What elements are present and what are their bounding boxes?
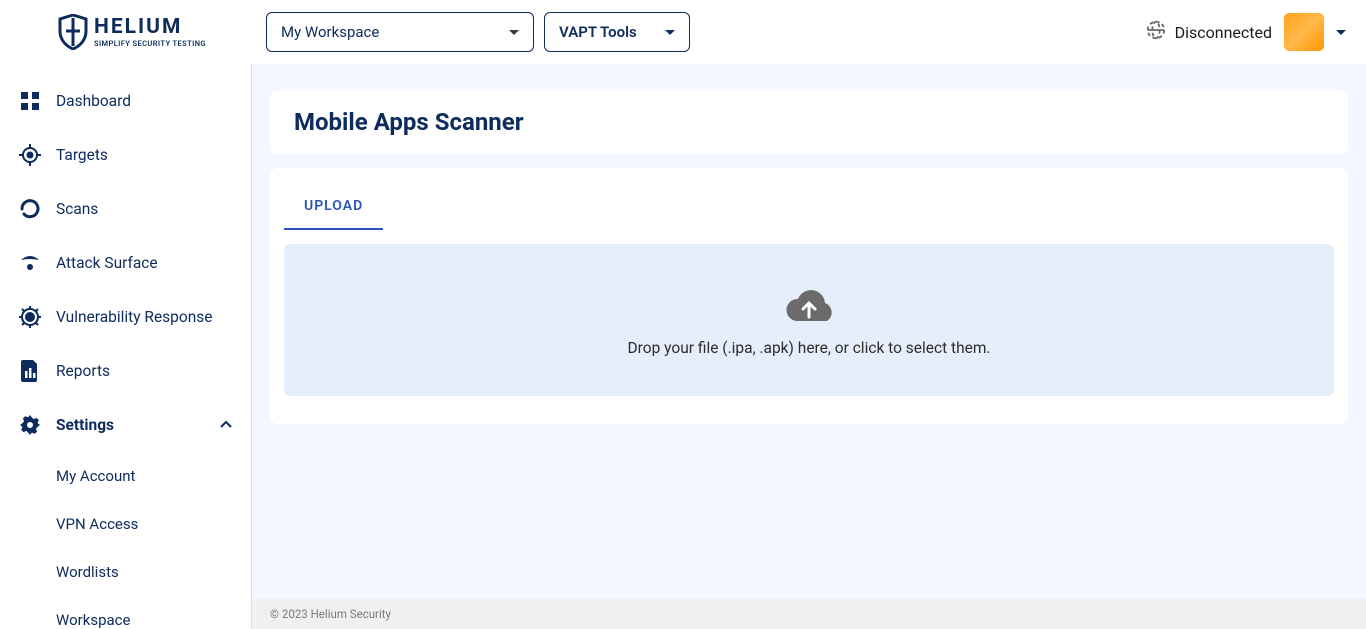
sidebar-sub-my-account[interactable]: My Account (0, 452, 251, 500)
sidebar-sub-label: Wordlists (56, 563, 119, 581)
upload-card: UPLOAD Drop your file (.ipa, .apk) here,… (270, 168, 1348, 424)
sidebar-item-label: Reports (56, 362, 110, 380)
attack-surface-icon (18, 254, 42, 272)
sidebar: Dashboard Targets Scans (0, 64, 252, 629)
sidebar-sub-vpn-access[interactable]: VPN Access (0, 500, 251, 548)
sidebar-item-label: Targets (56, 146, 108, 164)
bug-icon (18, 306, 42, 328)
sidebar-sub-label: VPN Access (56, 515, 138, 533)
tab-label: UPLOAD (304, 198, 363, 214)
chevron-up-icon (219, 418, 233, 432)
sidebar-sub-label: My Account (56, 467, 135, 485)
sidebar-item-scans[interactable]: Scans (0, 182, 251, 236)
footer: © 2023 Helium Security (252, 599, 1366, 629)
caret-down-icon (509, 30, 519, 35)
sidebar-item-label: Scans (56, 200, 98, 218)
main-content: Mobile Apps Scanner UPLOAD Drop you (252, 64, 1366, 599)
sidebar-item-settings[interactable]: Settings (0, 398, 251, 452)
tools-selected-label: VAPT Tools (559, 23, 637, 41)
workspace-select[interactable]: My Workspace (266, 12, 534, 52)
globe-icon (1145, 19, 1167, 45)
user-avatar[interactable] (1284, 13, 1324, 51)
brand-tagline: SIMPLIFY SECURITY TESTING (94, 40, 206, 48)
connection-status: Disconnected (1145, 19, 1272, 45)
sidebar-item-label: Attack Surface (56, 254, 158, 272)
scan-icon (18, 198, 42, 220)
sidebar-item-attack-surface[interactable]: Attack Surface (0, 236, 251, 290)
connection-status-label: Disconnected (1175, 23, 1272, 42)
target-icon (18, 144, 42, 166)
dropzone-text: Drop your file (.ipa, .apk) here, or cli… (627, 339, 990, 357)
sidebar-sub-label: Workspace (56, 611, 130, 629)
logo-text: HELIUM SIMPLIFY SECURITY TESTING (94, 17, 206, 48)
tools-select[interactable]: VAPT Tools (544, 12, 690, 52)
reports-icon (18, 360, 42, 382)
caret-down-icon (665, 30, 675, 35)
brand-name: HELIUM (94, 17, 206, 38)
sidebar-item-label: Settings (56, 416, 114, 434)
logo-shield-icon (58, 14, 88, 50)
tabs: UPLOAD (284, 182, 1334, 230)
footer-copyright: © 2023 Helium Security (270, 607, 391, 621)
user-menu-caret-icon[interactable] (1336, 30, 1346, 35)
workspace-selected-label: My Workspace (281, 23, 379, 41)
main: Mobile Apps Scanner UPLOAD Drop you (252, 64, 1366, 629)
page-header-card: Mobile Apps Scanner (270, 90, 1348, 154)
sidebar-item-label: Vulnerability Response (56, 308, 212, 326)
sidebar-item-vulnerability-response[interactable]: Vulnerability Response (0, 290, 251, 344)
page-title: Mobile Apps Scanner (294, 108, 1324, 136)
file-dropzone[interactable]: Drop your file (.ipa, .apk) here, or cli… (284, 244, 1334, 396)
topbar-right: Disconnected (1145, 13, 1350, 51)
top-selects: My Workspace VAPT Tools (252, 12, 690, 52)
sidebar-sub-wordlists[interactable]: Wordlists (0, 548, 251, 596)
gear-icon (18, 414, 42, 436)
logo[interactable]: HELIUM SIMPLIFY SECURITY TESTING (0, 14, 252, 50)
sidebar-item-targets[interactable]: Targets (0, 128, 251, 182)
sidebar-item-dashboard[interactable]: Dashboard (0, 74, 251, 128)
sidebar-sub-workspace[interactable]: Workspace (0, 596, 251, 629)
topbar: HELIUM SIMPLIFY SECURITY TESTING My Work… (0, 0, 1366, 64)
dashboard-icon (18, 91, 42, 111)
sidebar-item-label: Dashboard (56, 92, 131, 110)
sidebar-item-reports[interactable]: Reports (0, 344, 251, 398)
cloud-upload-icon (779, 283, 839, 331)
tab-upload[interactable]: UPLOAD (284, 182, 383, 230)
